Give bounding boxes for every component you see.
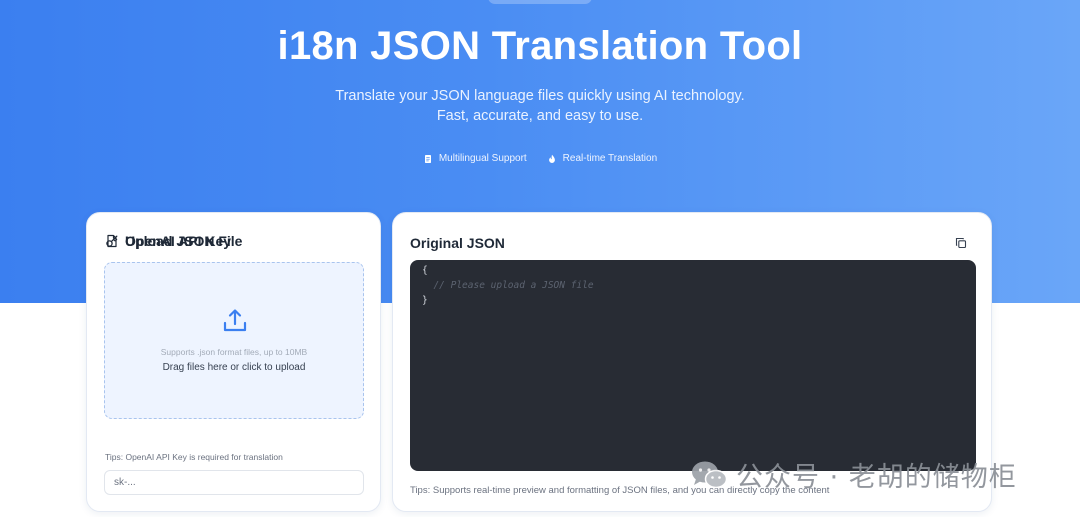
copy-button[interactable] bbox=[953, 235, 969, 251]
code-line: } bbox=[422, 295, 428, 306]
feature-label: Real-time Translation bbox=[562, 153, 658, 164]
json-code-editor[interactable]: { // Please upload a JSON file } bbox=[410, 260, 976, 471]
dropzone-hint: Supports .json format files, up to 10MB bbox=[160, 347, 308, 357]
code-line-comment: // Please upload a JSON file bbox=[422, 280, 594, 291]
page-title: i18n JSON Translation Tool bbox=[277, 24, 803, 68]
wechat-icon bbox=[692, 461, 728, 488]
hero-top-pill bbox=[488, 0, 592, 4]
feature-list: Multilingual Support Real-time Translati… bbox=[0, 153, 1080, 164]
key-icon bbox=[106, 235, 118, 247]
feature-multilingual: Multilingual Support bbox=[423, 153, 527, 164]
page-subtitle: Translate your JSON language files quick… bbox=[335, 88, 745, 124]
original-json-title: Original JSON bbox=[410, 235, 505, 251]
watermark: 公众号 · 老胡的储物柜 bbox=[690, 455, 1017, 494]
api-key-header: OpenAI API Key bbox=[105, 233, 231, 249]
document-icon bbox=[424, 154, 431, 163]
api-key-input[interactable] bbox=[104, 470, 364, 495]
watermark-text: 公众号 · 老胡的储物柜 bbox=[736, 462, 1017, 493]
original-json-header: Original JSON bbox=[410, 235, 505, 251]
upload-icon bbox=[223, 309, 247, 332]
copy-icon bbox=[955, 237, 967, 249]
code-line: { bbox=[422, 265, 428, 276]
api-key-title: OpenAI API Key bbox=[125, 233, 232, 249]
feature-label: Multilingual Support bbox=[438, 153, 527, 164]
upload-card: Upload JSON File Supports .json format f… bbox=[86, 212, 381, 512]
file-dropzone[interactable]: Supports .json format files, up to 10MB … bbox=[104, 262, 364, 419]
dropzone-cta: Drag files here or click to upload bbox=[162, 362, 306, 373]
feature-realtime: Real-time Translation bbox=[547, 153, 657, 164]
flame-icon bbox=[548, 154, 555, 163]
api-key-tip: Tips: OpenAI API Key is required for tra… bbox=[105, 452, 283, 462]
